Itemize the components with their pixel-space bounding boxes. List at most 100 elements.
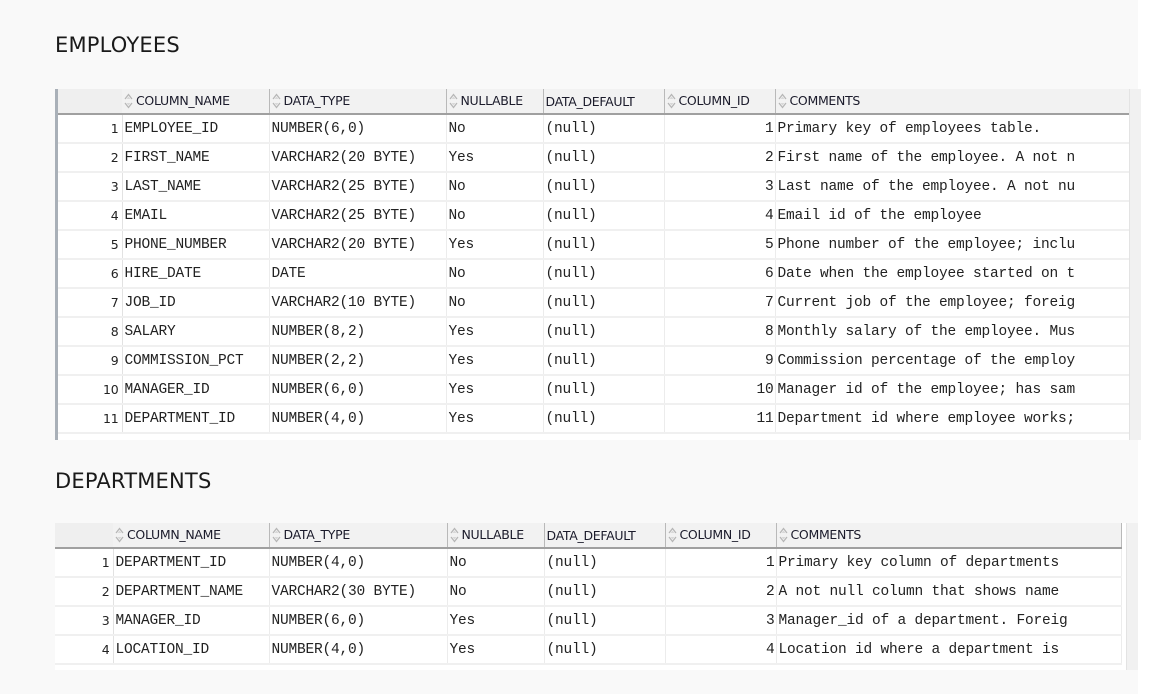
cell-data-default[interactable]: (null) [544, 548, 666, 578]
cell-nullable[interactable]: No [447, 548, 545, 578]
cell-nullable[interactable]: Yes [446, 404, 544, 434]
cell-nullable[interactable]: Yes [446, 230, 544, 260]
header-column-id[interactable]: COLUMN_ID [664, 89, 776, 115]
cell-column-id[interactable]: 8 [664, 317, 776, 347]
table-row[interactable]: 7 JOB_ID VARCHAR2(10 BYTE) No (null) 7 Current… [58, 288, 1131, 318]
cell-nullable[interactable]: Yes [447, 606, 545, 636]
header-data-type[interactable]: DATA_TYPE [269, 523, 448, 549]
cell-column-name[interactable]: DEPARTMENT_ID [113, 548, 270, 578]
cell-nullable[interactable]: No [446, 288, 544, 318]
header-comments[interactable]: COMMENTS [775, 89, 1131, 115]
table-row[interactable]: 3 LAST_NAME VARCHAR2(25 BYTE) No (null) 3 Last… [58, 172, 1131, 202]
header-nullable[interactable]: NULLABLE [446, 89, 544, 115]
departments-vertical-scrollbar[interactable] [1126, 523, 1138, 670]
row-number[interactable]: 6 [58, 259, 123, 289]
cell-column-name[interactable]: FIRST_NAME [122, 143, 270, 173]
cell-data-type[interactable]: DATE [269, 259, 447, 289]
row-number[interactable]: 1 [58, 114, 123, 144]
cell-data-type[interactable]: NUMBER(4,0) [269, 548, 448, 578]
cell-column-name[interactable]: MANAGER_ID [113, 606, 270, 636]
cell-data-default[interactable]: (null) [543, 288, 665, 318]
cell-nullable[interactable]: No [447, 577, 545, 607]
table-row[interactable]: 4 EMAIL VARCHAR2(25 BYTE) No (null) 4 Email id… [58, 201, 1131, 231]
sort-icon[interactable] [450, 527, 459, 543]
cell-nullable[interactable]: Yes [446, 375, 544, 405]
cell-data-default[interactable]: (null) [543, 317, 665, 347]
cell-data-type[interactable]: NUMBER(4,0) [269, 404, 447, 434]
sort-icon[interactable] [668, 527, 677, 543]
cell-data-default[interactable]: (null) [543, 259, 665, 289]
cell-data-default[interactable]: (null) [543, 375, 665, 405]
cell-nullable[interactable]: No [446, 259, 544, 289]
cell-data-type[interactable]: NUMBER(4,0) [269, 635, 448, 665]
cell-data-default[interactable]: (null) [543, 230, 665, 260]
cell-data-type[interactable]: NUMBER(6,0) [269, 114, 447, 144]
table-row[interactable]: 1 EMPLOYEE_ID NUMBER(6,0) No (null) 1 Primary … [58, 114, 1131, 144]
cell-data-default[interactable]: (null) [543, 143, 665, 173]
cell-data-type[interactable]: VARCHAR2(25 BYTE) [269, 172, 447, 202]
table-row[interactable]: 10 MANAGER_ID NUMBER(6,0) Yes (null) 10 Manage… [58, 375, 1131, 405]
cell-column-id[interactable]: 10 [664, 375, 776, 405]
cell-column-id[interactable]: 2 [665, 577, 777, 607]
cell-column-name[interactable]: MANAGER_ID [122, 375, 270, 405]
table-row[interactable]: 5 PHONE_NUMBER VARCHAR2(20 BYTE) Yes (null) 5… [58, 230, 1131, 260]
sort-icon[interactable] [124, 93, 133, 109]
cell-nullable[interactable]: Yes [446, 317, 544, 347]
cell-column-id[interactable]: 6 [664, 259, 776, 289]
cell-column-id[interactable]: 2 [664, 143, 776, 173]
sort-icon[interactable] [272, 93, 281, 109]
sort-icon[interactable] [779, 527, 788, 543]
cell-nullable[interactable]: Yes [447, 635, 545, 665]
cell-data-type[interactable]: VARCHAR2(10 BYTE) [269, 288, 447, 318]
row-number[interactable]: 11 [58, 404, 123, 434]
sort-icon[interactable] [272, 527, 281, 543]
cell-comments[interactable]: Primary key column of departments [776, 548, 1122, 578]
cell-column-name[interactable]: EMAIL [122, 201, 270, 231]
cell-comments[interactable]: Manager_id of a department. Foreig [776, 606, 1122, 636]
row-number[interactable]: 7 [58, 288, 123, 318]
row-number[interactable]: 8 [58, 317, 123, 347]
employees-vertical-scrollbar[interactable] [1129, 89, 1141, 440]
cell-column-id[interactable]: 3 [665, 606, 777, 636]
table-row[interactable]: 1 DEPARTMENT_ID NUMBER(4,0) No (null) 1 Primar… [55, 548, 1122, 578]
row-number[interactable]: 4 [55, 635, 114, 665]
table-row[interactable]: 3 MANAGER_ID NUMBER(6,0) Yes (null) 3 Manager_… [55, 606, 1122, 636]
cell-comments[interactable]: Last name of the employee. A not nu [775, 172, 1131, 202]
row-number[interactable]: 2 [58, 143, 123, 173]
cell-data-type[interactable]: NUMBER(2,2) [269, 346, 447, 376]
header-comments[interactable]: COMMENTS [776, 523, 1122, 549]
cell-column-id[interactable]: 4 [665, 635, 777, 665]
sort-icon[interactable] [778, 93, 787, 109]
cell-data-default[interactable]: (null) [543, 114, 665, 144]
header-column-name[interactable]: COLUMN_NAME [122, 89, 270, 115]
cell-column-id[interactable]: 11 [664, 404, 776, 434]
row-number[interactable]: 3 [55, 606, 114, 636]
cell-comments[interactable]: Commission percentage of the employ [775, 346, 1131, 376]
header-column-name[interactable]: COLUMN_NAME [113, 523, 270, 549]
cell-comments[interactable]: Current job of the employee; foreig [775, 288, 1131, 318]
cell-column-id[interactable]: 7 [664, 288, 776, 318]
cell-column-id[interactable]: 1 [665, 548, 777, 578]
cell-data-default[interactable]: (null) [543, 346, 665, 376]
cell-comments[interactable]: Date when the employee started on t [775, 259, 1131, 289]
cell-nullable[interactable]: No [446, 172, 544, 202]
table-row[interactable]: 11 DEPARTMENT_ID NUMBER(4,0) Yes (null) 11 Dep… [58, 404, 1131, 434]
cell-data-default[interactable]: (null) [544, 606, 666, 636]
cell-nullable[interactable]: Yes [446, 346, 544, 376]
row-number[interactable]: 4 [58, 201, 123, 231]
table-row[interactable]: 8 SALARY NUMBER(8,2) Yes (null) 8 Monthly sala… [58, 317, 1131, 347]
cell-comments[interactable]: First name of the employee. A not n [775, 143, 1131, 173]
cell-column-name[interactable]: SALARY [122, 317, 270, 347]
cell-data-default[interactable]: (null) [544, 577, 666, 607]
cell-comments[interactable]: Phone number of the employee; inclu [775, 230, 1131, 260]
header-data-type[interactable]: DATA_TYPE [269, 89, 447, 115]
header-data-default[interactable]: DATA_DEFAULT [543, 89, 665, 115]
cell-data-default[interactable]: (null) [543, 404, 665, 434]
cell-comments[interactable]: Primary key of employees table. [775, 114, 1131, 144]
cell-column-name[interactable]: PHONE_NUMBER [122, 230, 270, 260]
cell-data-type[interactable]: VARCHAR2(20 BYTE) [269, 230, 447, 260]
cell-comments[interactable]: Email id of the employee [775, 201, 1131, 231]
row-number[interactable]: 2 [55, 577, 114, 607]
header-column-id[interactable]: COLUMN_ID [665, 523, 777, 549]
cell-column-name[interactable]: DEPARTMENT_NAME [113, 577, 270, 607]
